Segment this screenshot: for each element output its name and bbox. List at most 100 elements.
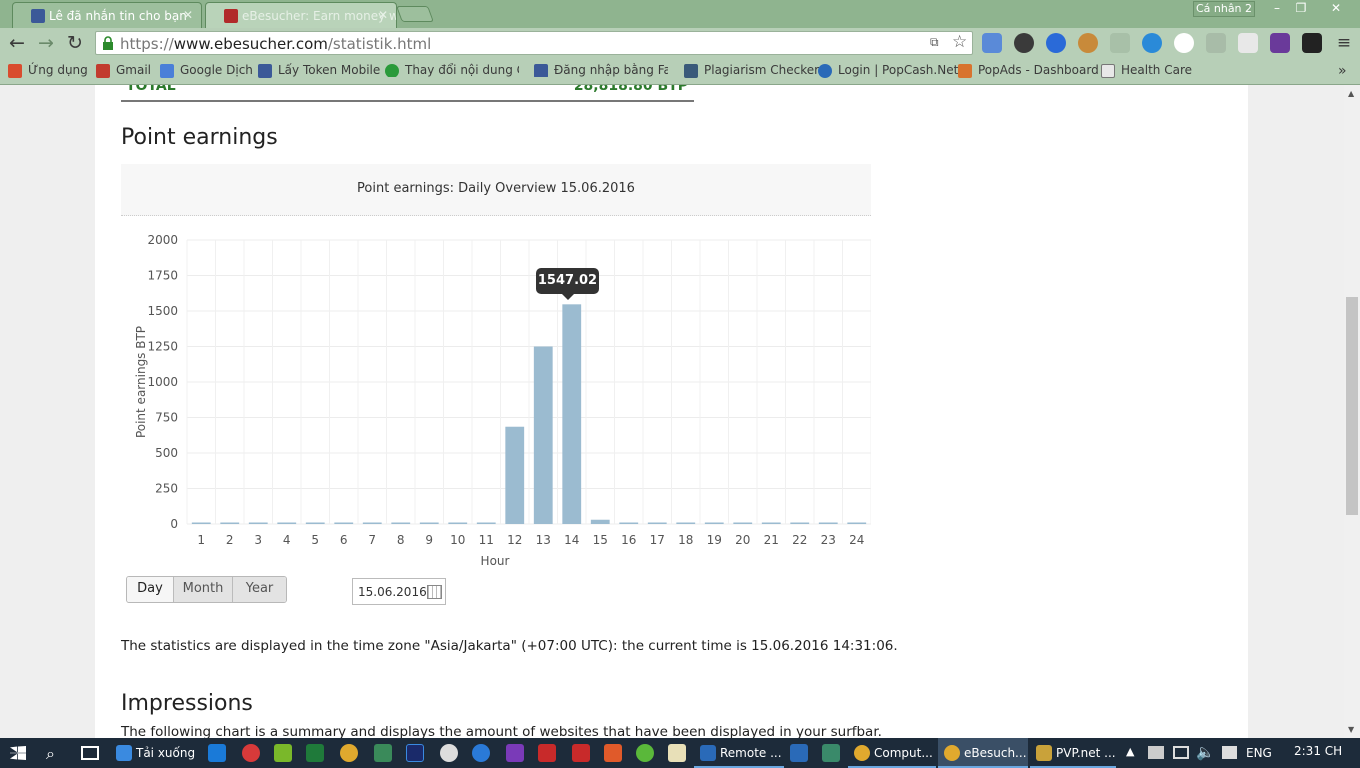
profile-button[interactable]: Cá nhân 2 (1193, 1, 1255, 17)
bookmark-item[interactable]: Đăng nhập bằng Face (534, 63, 668, 77)
scroll-up-icon[interactable]: ▲ (1348, 89, 1354, 98)
reload-icon[interactable]: ↻ (64, 33, 86, 53)
facebook-icon (31, 9, 45, 23)
search-icon[interactable]: ⌕ (46, 744, 55, 764)
close-icon[interactable]: ✕ (183, 8, 193, 22)
year-button[interactable]: Year (233, 577, 286, 602)
app-icon[interactable] (790, 744, 808, 762)
tab-facebook[interactable]: Lê đã nhắn tin cho bạn ✕ (12, 2, 202, 28)
cloud-icon[interactable] (1142, 33, 1162, 53)
app-icon[interactable] (604, 744, 622, 762)
bookmark-item[interactable]: Ứng dụng (8, 63, 88, 78)
close-icon[interactable]: ✕ (378, 8, 388, 22)
bookmark-item[interactable]: Google Dịch (160, 63, 253, 78)
volume-icon[interactable]: 🔈 (1196, 743, 1215, 761)
taskbar-app-chrome-ebesucher[interactable]: eBesuch... (938, 738, 1028, 768)
app-icon[interactable] (538, 744, 556, 762)
puzzle-icon[interactable] (1206, 33, 1226, 53)
y-tick-label: 2000 (147, 233, 178, 247)
extension-icon[interactable] (1238, 33, 1258, 53)
extension-icon[interactable] (1270, 33, 1290, 53)
bookmark-item[interactable]: Thay đổi nội dung Co (385, 63, 519, 77)
bookmark-item[interactable]: Gmail (96, 63, 151, 78)
plagiarism-icon (684, 64, 698, 78)
download-icon (116, 745, 132, 761)
app-icon[interactable] (274, 744, 292, 762)
date-field[interactable]: 15.06.2016 (352, 578, 446, 605)
url-host: www.ebesucher.com (173, 35, 328, 53)
extension-icon[interactable] (1110, 33, 1130, 53)
app-icon[interactable] (572, 744, 590, 762)
vertical-scrollbar[interactable]: ▲ ▼ (1344, 85, 1360, 738)
close-window-icon[interactable]: ✕ (1318, 0, 1354, 18)
more-bookmarks-icon[interactable]: » (1320, 63, 1347, 79)
edge-icon[interactable] (208, 744, 226, 762)
windows-start-icon[interactable] (10, 746, 26, 760)
extension-icon[interactable] (982, 33, 1002, 53)
minimize-icon[interactable]: – (1264, 0, 1290, 18)
extension-icon[interactable] (1046, 33, 1066, 53)
network-icon[interactable] (1173, 746, 1189, 759)
cookie-icon[interactable] (1078, 33, 1098, 53)
app-icon[interactable] (636, 744, 654, 762)
chart-bar (505, 426, 525, 524)
taskbar-app-remote[interactable]: Remote ... (694, 738, 784, 768)
extension-icon[interactable] (1302, 33, 1322, 53)
app-icon[interactable] (242, 744, 260, 762)
new-tab-button[interactable] (396, 6, 434, 22)
notification-icon[interactable] (1222, 746, 1237, 759)
app-icon[interactable] (374, 744, 392, 762)
battery-icon[interactable] (1148, 746, 1164, 759)
x-tick-label: 11 (479, 533, 494, 547)
facebook-icon (534, 64, 548, 77)
y-tick-label: 1500 (147, 304, 178, 318)
taskbar-app-downloads[interactable]: Tải xuống (110, 738, 200, 768)
bookmark-item[interactable]: PopAds - Dashboard (958, 63, 1099, 78)
task-view-icon[interactable] (81, 746, 99, 760)
notepad-icon[interactable] (668, 744, 686, 762)
app-icon[interactable] (440, 744, 458, 762)
app-icon[interactable] (822, 744, 840, 762)
taskbar-app-chrome-computer[interactable]: Comput... (848, 738, 936, 768)
menu-icon[interactable]: ≡ (1333, 33, 1355, 53)
y-tick-label: 1750 (147, 269, 178, 283)
tab-ebesucher[interactable]: eBesucher: Earn money w ✕ (205, 2, 397, 29)
x-tick-label: 19 (707, 533, 722, 547)
photoshop-icon[interactable] (406, 744, 424, 762)
bookmark-item[interactable]: Lấy Token Mobile (258, 63, 380, 78)
popcash-icon (818, 64, 832, 78)
app-icon[interactable] (472, 744, 490, 762)
address-bar[interactable]: https://www.ebesucher.com/statistik.html… (95, 31, 973, 55)
x-tick-label: 2 (226, 533, 234, 547)
back-arrow-icon[interactable]: ← (6, 33, 28, 53)
scrollbar-thumb[interactable] (1346, 297, 1358, 515)
clock[interactable]: 2:31 CH (1294, 744, 1342, 758)
url-text: https://www.ebesucher.com/statistik.html (120, 35, 431, 53)
gear-icon[interactable] (1014, 33, 1034, 53)
bookmark-item[interactable]: Login | PopCash.Net (818, 63, 958, 78)
y-tick-label: 250 (155, 482, 178, 496)
translate-icon[interactable]: ⧉ (930, 35, 939, 50)
bookmark-item[interactable]: Health Care (1101, 63, 1192, 78)
input-language[interactable]: ENG (1246, 746, 1272, 760)
bookmark-item[interactable]: Plagiarism Checker (684, 63, 819, 78)
scroll-down-icon[interactable]: ▼ (1348, 725, 1354, 734)
tray-chevron-icon[interactable]: ▲ (1126, 745, 1134, 758)
restore-icon[interactable]: ❐ (1288, 0, 1314, 18)
day-button[interactable]: Day (127, 577, 174, 602)
x-tick-label: 10 (450, 533, 465, 547)
star-bookmark-icon[interactable]: ☆ (952, 32, 967, 52)
chrome-icon[interactable] (340, 744, 358, 762)
lock-icon (103, 36, 113, 50)
taskbar-app-pvp[interactable]: PVP.net ... (1030, 738, 1116, 768)
x-tick-label: 8 (397, 533, 405, 547)
cloud-icon[interactable] (1174, 33, 1194, 53)
calendar-icon[interactable] (427, 585, 442, 599)
visual-studio-icon[interactable] (506, 744, 524, 762)
forward-arrow-icon[interactable]: → (35, 33, 57, 53)
x-tick-label: 9 (425, 533, 433, 547)
chart-bar (448, 522, 468, 524)
url-path: /statistik.html (327, 35, 432, 53)
month-button[interactable]: Month (174, 577, 233, 602)
excel-icon[interactable] (306, 744, 324, 762)
